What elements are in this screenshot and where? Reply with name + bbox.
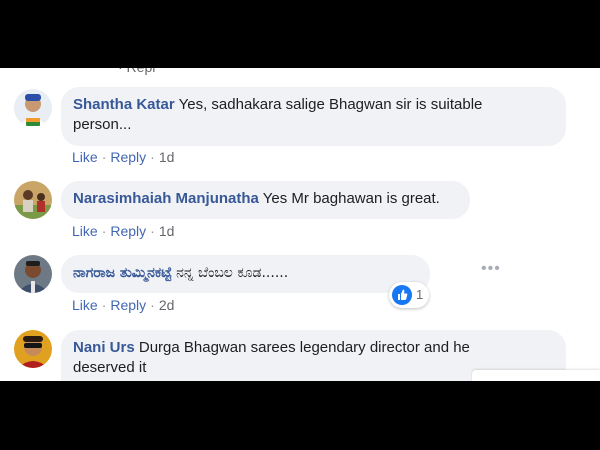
comment-actions: Like · Reply · 2d — [72, 297, 175, 313]
comment-text: Yes, sadhakara salige Bhagwan sir is sui… — [178, 96, 483, 113]
comments-panel: · Repl Shantha Katar Yes, sadhakara sali… — [0, 68, 600, 381]
reply-link[interactable]: Reply — [110, 297, 146, 313]
comment-author[interactable]: Shantha Katar — [73, 96, 175, 113]
comment-author[interactable]: Nani Urs — [73, 339, 135, 356]
reply-link[interactable]: Reply — [110, 149, 146, 165]
comment-text: ನನ್ನ ಬೆಂಬಲ ಕೂಡ...... — [176, 265, 289, 281]
comment-author[interactable]: ನಾಗರಾಜ ತುಮ್ಮಿನಕಟ್ಟೆ — [73, 265, 172, 281]
comment-bubble: ನಾಗರಾಜ ತುಮ್ಮಿನಕಟ್ಟೆ ನನ್ನ ಬೆಂಬಲ ಕೂಡ...... — [61, 255, 430, 293]
comment-actions: Like · Reply · 1d — [72, 223, 175, 239]
comment-author[interactable]: Narasimhaiah Manjunatha — [73, 190, 259, 207]
like-link[interactable]: Like — [72, 149, 98, 165]
comment-text-line2: deserved it — [73, 359, 147, 376]
avatar[interactable] — [14, 330, 52, 368]
like-link[interactable]: Like — [72, 297, 98, 313]
avatar[interactable] — [14, 181, 52, 219]
avatar[interactable] — [14, 255, 52, 293]
comment-time[interactable]: 1d — [159, 149, 175, 165]
comment-actions: Like · Reply · 1d — [72, 149, 175, 165]
like-link[interactable]: Like — [72, 223, 98, 239]
reply-link[interactable]: Reply — [110, 223, 146, 239]
comment-bubble: Shantha Katar Yes, sadhakara salige Bhag… — [61, 87, 566, 146]
like-reaction-icon — [392, 285, 412, 305]
reaction-count: 1 — [416, 287, 424, 302]
comment-time[interactable]: 2d — [159, 297, 175, 313]
previous-comment-actions-cut: · Repl — [118, 68, 155, 75]
comment-text: Durga Bhagwan sarees legendary director … — [138, 339, 470, 356]
comment-time[interactable]: 1d — [159, 223, 175, 239]
comment-bubble: Narasimhaiah Manjunatha Yes Mr baghawan … — [61, 181, 470, 219]
avatar[interactable] — [14, 89, 52, 127]
reaction-summary[interactable]: 1 — [389, 282, 429, 308]
more-options-icon[interactable]: ••• — [481, 261, 501, 277]
comment-text: Yes Mr baghawan is great. — [262, 190, 440, 207]
chat-bar-corner — [472, 370, 600, 381]
comment-text-line2: person... — [73, 116, 132, 133]
